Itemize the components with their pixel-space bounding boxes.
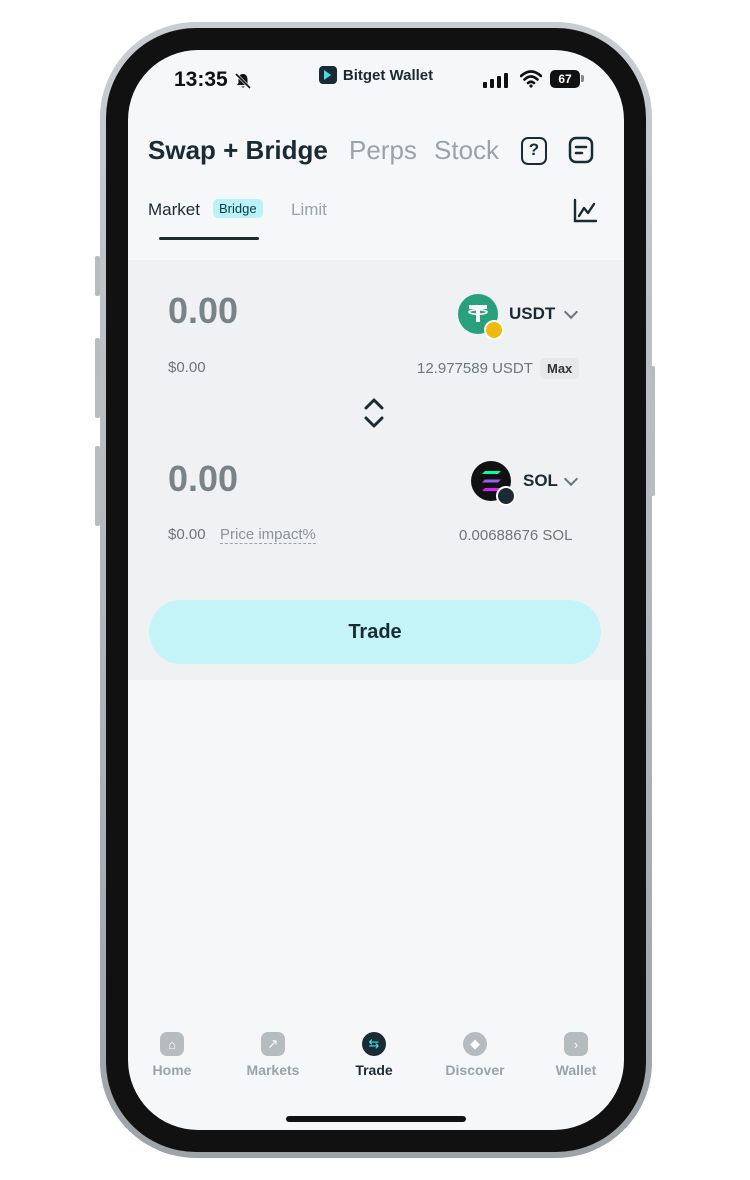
trade-icon: ⇆: [362, 1032, 386, 1056]
volume-up-button: [95, 338, 100, 418]
power-button: [650, 366, 655, 496]
bnb-chain-badge-icon: [484, 320, 504, 340]
battery-tip: [581, 75, 584, 82]
nav-wallet-label: Wallet: [555, 1062, 597, 1078]
nav-home[interactable]: ⌂ Home: [132, 1032, 212, 1078]
trade-button[interactable]: Trade: [149, 600, 601, 664]
nav-trade-label: Trade: [355, 1062, 393, 1078]
tab-perps[interactable]: Perps: [349, 135, 417, 166]
tab-swap-bridge[interactable]: Swap + Bridge: [148, 135, 328, 166]
status-time: 13:35: [174, 68, 228, 91]
active-subtab-underline: [159, 237, 259, 240]
tab-stock[interactable]: Stock: [434, 135, 499, 166]
max-button[interactable]: Max: [540, 358, 580, 379]
cellular-signal-icon: [483, 72, 508, 88]
nav-markets[interactable]: ↗ Markets: [233, 1032, 313, 1078]
chart-icon[interactable]: [572, 198, 598, 224]
from-usd-value: $0.00: [168, 359, 206, 376]
bell-muted-icon: [234, 72, 252, 90]
discover-icon: ◆: [463, 1032, 487, 1056]
markets-icon: ↗: [261, 1032, 285, 1056]
dynamic-island: Bitget Wallet: [306, 60, 446, 90]
volume-down-button: [95, 446, 100, 526]
price-impact-link[interactable]: Price impact%: [220, 526, 316, 544]
to-amount: 0.00: [168, 458, 239, 499]
subtab-limit[interactable]: Limit: [291, 200, 327, 220]
nav-wallet[interactable]: › Wallet: [536, 1032, 616, 1078]
wifi-icon: [520, 70, 542, 88]
subtab-market[interactable]: Market: [148, 200, 200, 220]
to-balance: 0.00688676 SOL: [459, 527, 573, 544]
from-balance: 12.977589 USDT: [417, 360, 533, 377]
app-screen: 13:35 Bitget Wallet 67 Swap + Bridge Per…: [128, 50, 624, 1130]
battery-indicator: 67: [550, 70, 580, 88]
bridge-badge: Bridge: [213, 199, 263, 218]
swap-direction-icon[interactable]: [362, 396, 386, 430]
wallet-icon: ›: [564, 1032, 588, 1056]
bitget-logo-icon: [318, 66, 337, 84]
app-name: Bitget Wallet: [342, 66, 434, 84]
to-usd-value: $0.00: [168, 526, 206, 543]
nav-markets-label: Markets: [246, 1062, 300, 1078]
nav-home-label: Home: [152, 1062, 192, 1078]
nav-discover-label: Discover: [445, 1062, 505, 1078]
solana-chain-badge-icon: [496, 486, 516, 506]
nav-discover[interactable]: ◆ Discover: [435, 1032, 515, 1078]
mute-switch: [95, 256, 100, 296]
help-icon[interactable]: ?: [521, 137, 547, 165]
from-token-symbol[interactable]: USDT: [509, 304, 555, 324]
home-icon: ⌂: [160, 1032, 184, 1056]
from-amount-input[interactable]: 0.00: [168, 290, 238, 332]
to-token-symbol[interactable]: SOL: [523, 471, 558, 491]
nav-trade[interactable]: ⇆ Trade: [334, 1032, 414, 1078]
order-history-icon[interactable]: [568, 136, 594, 164]
home-indicator: [286, 1116, 466, 1122]
